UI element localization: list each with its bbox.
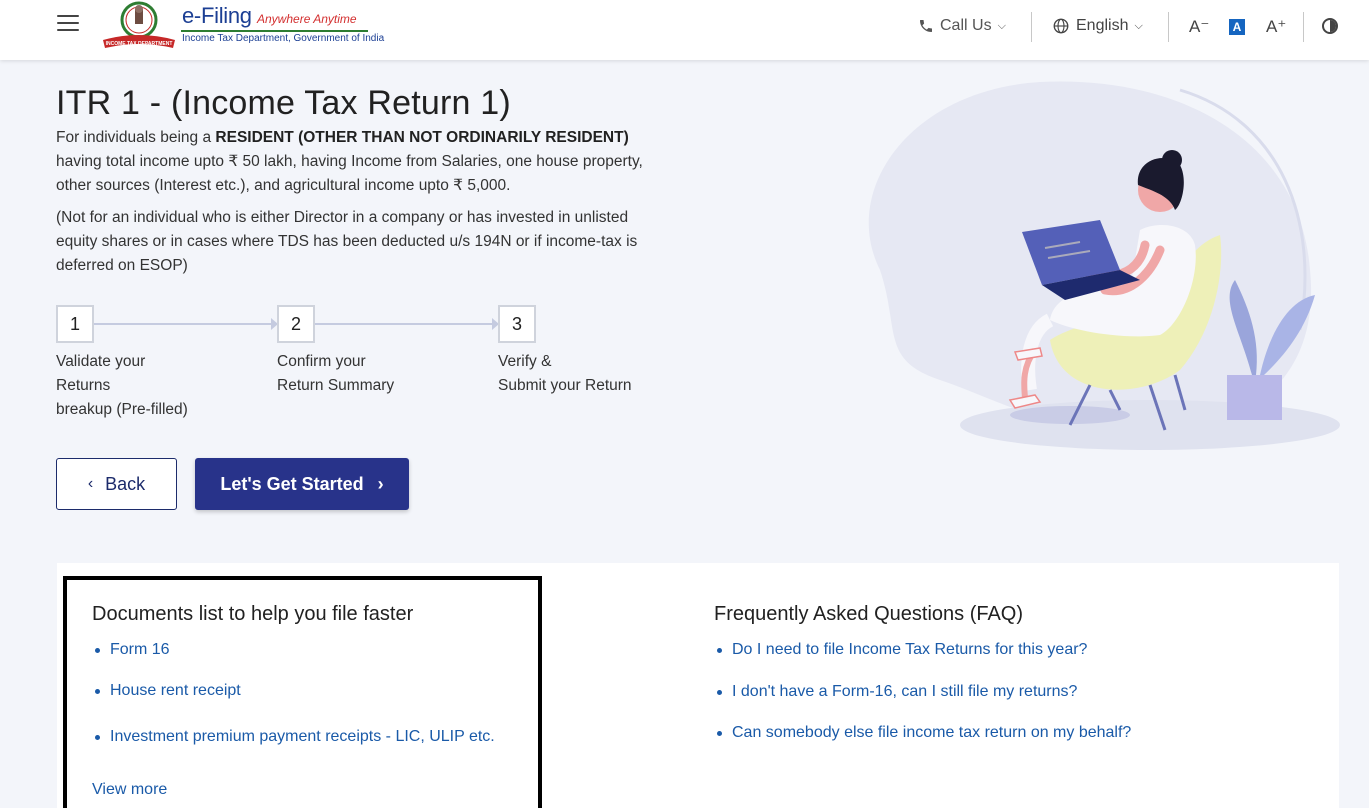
back-button-label: Back bbox=[105, 473, 146, 494]
document-link-investment-receipts[interactable]: Investment premium payment receipts - LI… bbox=[110, 728, 495, 746]
description-prefix: For individuals being a bbox=[56, 129, 216, 146]
top-header: INCOME TAX DEPARTMENT e-Filing Anywhere … bbox=[0, 0, 1369, 60]
step-1-number: 1 bbox=[56, 305, 94, 343]
header-divider bbox=[1168, 12, 1169, 42]
step-3-number: 3 bbox=[498, 305, 536, 343]
bullet-icon bbox=[95, 648, 100, 653]
woman-laptop-illustration bbox=[868, 81, 1340, 450]
brand-underline bbox=[181, 30, 368, 32]
form-description: For individuals being a RESIDENT (OTHER … bbox=[56, 126, 666, 198]
phone-icon bbox=[920, 20, 932, 32]
menu-icon[interactable] bbox=[57, 15, 79, 33]
call-us-label: Call Us bbox=[940, 17, 992, 34]
resident-emphasis: RESIDENT (OTHER THAN NOT ORDINARILY RESI… bbox=[215, 129, 629, 146]
step-3-line1: Verify & bbox=[498, 353, 552, 370]
font-increase-button[interactable]: A⁺ bbox=[1266, 17, 1286, 37]
eligibility-note: (Not for an individual who is either Dir… bbox=[56, 209, 638, 274]
faq-link-no-form16[interactable]: I don't have a Form-16, can I still file… bbox=[732, 683, 1077, 701]
faq-link-file-on-behalf[interactable]: Can somebody else file income tax return… bbox=[732, 724, 1131, 742]
page-title: ITR 1 - (Income Tax Return 1) bbox=[56, 84, 511, 122]
emblem-banner-text: INCOME TAX DEPARTMENT bbox=[106, 41, 173, 47]
chevron-down-icon: ⌵ bbox=[1134, 19, 1143, 32]
contrast-toggle-icon[interactable] bbox=[1322, 18, 1338, 34]
chevron-down-icon: ⌵ bbox=[997, 19, 1006, 32]
bullet-icon bbox=[717, 690, 722, 695]
document-link-form16[interactable]: Form 16 bbox=[110, 641, 170, 659]
document-link-rent-receipt[interactable]: House rent receipt bbox=[110, 682, 241, 700]
documents-title: Documents list to help you file faster bbox=[92, 603, 414, 625]
faq-title: Frequently Asked Questions (FAQ) bbox=[714, 603, 1024, 625]
brand-subtitle: Income Tax Department, Government of Ind… bbox=[182, 33, 385, 44]
lets-get-started-button[interactable]: Let's Get Started › bbox=[195, 458, 409, 510]
font-default-button[interactable]: A bbox=[1229, 19, 1245, 35]
language-dropdown[interactable]: English ⌵ bbox=[1052, 17, 1143, 35]
step-2-line2: Return Summary bbox=[277, 377, 395, 394]
start-button-label: Let's Get Started bbox=[220, 473, 364, 494]
header-divider bbox=[1303, 12, 1304, 42]
step-1-line1: Validate your bbox=[56, 353, 146, 370]
bullet-icon bbox=[717, 648, 722, 653]
view-more-link[interactable]: View more bbox=[92, 781, 167, 799]
step-connector bbox=[94, 323, 272, 325]
language-label: English bbox=[1076, 17, 1129, 34]
emblem-logo: INCOME TAX DEPARTMENT bbox=[103, 1, 175, 48]
bullet-icon bbox=[717, 731, 722, 736]
step-1-label: Validate your Returns breakup (Pre-fille… bbox=[56, 350, 188, 422]
faq-link-need-to-file[interactable]: Do I need to file Income Tax Returns for… bbox=[732, 641, 1087, 659]
bullet-icon bbox=[95, 689, 100, 694]
header-divider bbox=[1031, 12, 1032, 42]
chevron-left-icon: ‹ bbox=[87, 475, 94, 492]
step-1-line3: breakup (Pre-filled) bbox=[56, 401, 188, 418]
call-us-dropdown[interactable]: Call Us ⌵ bbox=[918, 17, 1006, 35]
step-connector bbox=[315, 323, 493, 325]
step-1-line2: Returns bbox=[56, 377, 111, 394]
brand-tagline: Anywhere Anytime bbox=[257, 12, 357, 26]
brand-title: e-Filing bbox=[182, 3, 252, 28]
font-decrease-button[interactable]: A⁻ bbox=[1189, 17, 1209, 37]
step-3-line2: Submit your Return bbox=[498, 377, 632, 394]
chevron-right-icon: › bbox=[377, 473, 384, 494]
bullet-icon bbox=[95, 735, 100, 740]
description-suffix: having total income upto ₹ 50 lakh, havi… bbox=[56, 153, 643, 194]
step-2-number: 2 bbox=[277, 305, 315, 343]
step-2-label: Confirm your Return Summary bbox=[277, 350, 394, 398]
step-3-label: Verify & Submit your Return bbox=[498, 350, 632, 398]
back-button[interactable]: ‹ Back bbox=[56, 458, 177, 510]
step-2-line1: Confirm your bbox=[277, 353, 366, 370]
globe-icon bbox=[1053, 18, 1069, 34]
